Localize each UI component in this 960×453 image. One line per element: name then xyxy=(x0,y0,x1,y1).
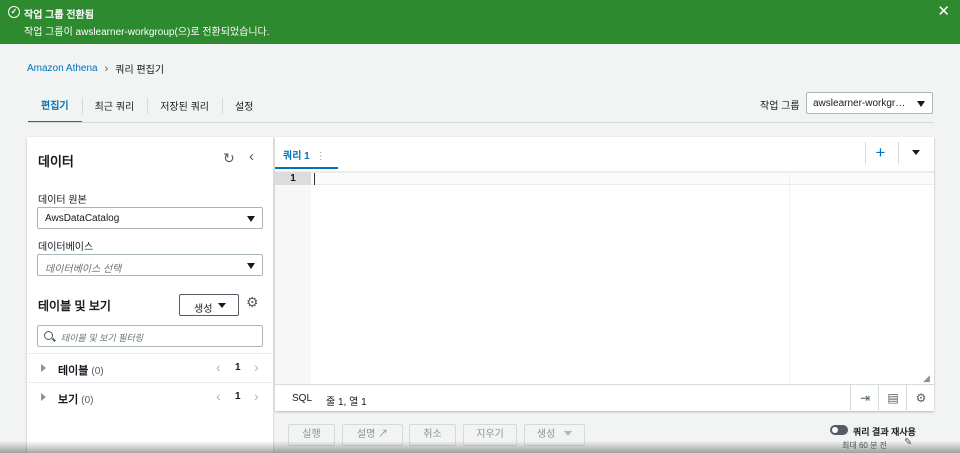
create-action-label: 생성 xyxy=(536,429,556,440)
external-link-icon: ↗ xyxy=(378,429,389,440)
expand-icon[interactable] xyxy=(41,393,46,401)
caret-down-icon xyxy=(917,101,925,107)
datasource-label: 데이터 원본 xyxy=(38,195,87,206)
chevron-right-icon[interactable]: › xyxy=(254,388,259,404)
resize-handle-icon[interactable]: ◢ xyxy=(923,373,930,384)
more-vertical-icon[interactable]: ⋮ xyxy=(316,151,326,162)
reuse-results-toggle[interactable] xyxy=(830,425,848,435)
views-row[interactable]: 보기 (0) ‹ 1 › xyxy=(27,382,273,412)
tab-saved-queries[interactable]: 저장된 쿼리 xyxy=(147,91,222,119)
text-cursor xyxy=(314,173,315,185)
active-line xyxy=(311,172,934,185)
flash-title: 작업 그룹 전환됨 xyxy=(24,10,94,21)
language-label: SQL xyxy=(292,393,313,404)
caret-down-icon xyxy=(247,216,255,222)
datasource-select[interactable]: AwsDataCatalog xyxy=(37,207,263,229)
query-tab[interactable]: 쿼리 1 ⋮ xyxy=(275,137,338,169)
database-select[interactable]: 데이터베이스 선택 xyxy=(37,254,263,276)
reuse-results-age: 최대 60 분 전 xyxy=(842,441,888,450)
caret-down-icon xyxy=(912,150,920,155)
workgroup-value: awslearner-workgr… xyxy=(813,98,906,109)
caret-down-icon xyxy=(564,431,573,436)
print-margin xyxy=(789,172,790,384)
database-label: 데이터베이스 xyxy=(38,242,94,253)
filter-placeholder: 테이블 및 보기 필터링 xyxy=(61,333,144,343)
create-button-label: 생성 xyxy=(194,304,213,315)
cursor-position: 줄 1, 열 1 xyxy=(326,397,367,408)
breadcrumb-current: 쿼리 편집기 xyxy=(115,65,165,76)
tables-page-number: 1 xyxy=(235,362,241,373)
cancel-button[interactable]: 취소 xyxy=(409,424,456,446)
clear-button[interactable]: 지우기 xyxy=(463,424,517,446)
refresh-icon[interactable]: ↻ xyxy=(223,150,235,167)
editor-status-bar: SQL 줄 1, 열 1 ⇥ ▤ ⚙ xyxy=(275,384,935,412)
data-panel: 데이터 ↻ ‹ 데이터 원본 AwsDataCatalog 데이터베이스 데이터… xyxy=(27,137,273,453)
chevron-left-icon[interactable]: ‹ xyxy=(249,148,254,165)
caret-down-icon xyxy=(247,263,255,269)
tab-recent-queries[interactable]: 최근 쿼리 xyxy=(81,91,148,119)
create-action-button[interactable]: 생성 xyxy=(524,424,585,446)
views-page-number: 1 xyxy=(235,391,241,402)
edit-icon[interactable]: ✎ xyxy=(904,437,912,448)
views-label: 보기 xyxy=(58,394,79,406)
run-button[interactable]: 실행 xyxy=(288,424,335,446)
tables-label: 테이블 xyxy=(58,365,89,377)
database-placeholder: 데이터베이스 선택 xyxy=(45,264,122,275)
format-icon[interactable]: ⇥ xyxy=(850,385,879,412)
tab-options-button[interactable] xyxy=(898,142,932,164)
tabs-divider xyxy=(28,122,934,123)
views-count: (0) xyxy=(81,395,94,406)
chevron-right-icon: › xyxy=(104,62,109,75)
gear-icon[interactable]: ⚙ xyxy=(906,385,935,412)
chevron-right-icon[interactable]: › xyxy=(254,359,259,375)
query-editor: 쿼리 1 ⋮ + 1 ◢ SQL 줄 1, 열 1 ⇥ ▤ ⚙ xyxy=(275,137,935,412)
main-tabs: 편집기 최근 쿼리 저장된 쿼리 설정 xyxy=(28,91,266,123)
chevron-left-icon[interactable]: ‹ xyxy=(216,359,221,375)
caret-down-icon xyxy=(218,303,226,308)
line-gutter xyxy=(275,172,311,384)
tables-views-title: 테이블 및 보기 xyxy=(38,299,111,313)
keyboard-icon[interactable]: ▤ xyxy=(878,385,907,412)
workgroup-select[interactable]: awslearner-workgr… xyxy=(806,92,933,114)
query-tab-label: 쿼리 1 xyxy=(283,151,310,162)
check-circle-icon: ✓ xyxy=(8,6,20,18)
breadcrumb: Amazon Athena › 쿼리 편집기 xyxy=(27,61,165,77)
datasource-value: AwsDataCatalog xyxy=(45,213,120,224)
explain-button[interactable]: 설명 ↗ xyxy=(342,424,403,446)
flash-notification: ✓ 작업 그룹 전환됨 작업 그룹이 awslearner-workgroup(… xyxy=(0,0,960,44)
close-icon[interactable]: ✕ xyxy=(937,4,950,19)
gear-icon[interactable]: ⚙ xyxy=(246,294,259,311)
flash-message: 작업 그룹이 awslearner-workgroup(으)로 전환되었습니다. xyxy=(24,27,270,38)
line-number: 1 xyxy=(275,172,311,185)
data-panel-title: 데이터 xyxy=(38,154,74,169)
chevron-left-icon[interactable]: ‹ xyxy=(216,388,221,404)
breadcrumb-athena-link[interactable]: Amazon Athena xyxy=(27,63,98,74)
tables-row[interactable]: 테이블 (0) ‹ 1 › xyxy=(27,353,273,383)
filter-input[interactable]: 테이블 및 보기 필터링 xyxy=(37,325,263,347)
tab-editor[interactable]: 편집기 xyxy=(28,91,82,123)
search-icon xyxy=(44,331,53,340)
create-button[interactable]: 생성 xyxy=(179,294,239,316)
views-name: 보기 (0) xyxy=(58,391,93,407)
expand-icon[interactable] xyxy=(41,364,46,372)
tables-name: 테이블 (0) xyxy=(58,362,104,378)
explain-label: 설명 xyxy=(356,429,376,440)
tab-settings[interactable]: 설정 xyxy=(221,91,266,119)
workgroup-label: 작업 그룹 xyxy=(760,101,800,112)
tables-count: (0) xyxy=(91,366,104,377)
add-query-button[interactable]: + xyxy=(865,142,895,164)
